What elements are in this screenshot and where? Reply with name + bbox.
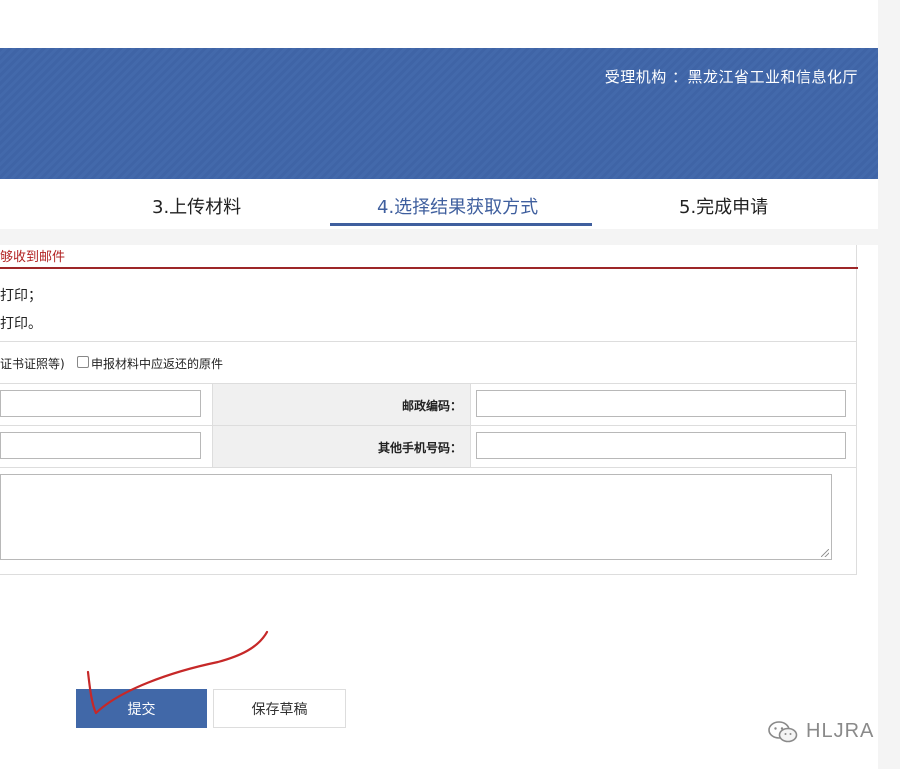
save-draft-button[interactable]: 保存草稿 xyxy=(213,689,346,728)
notice-line-1: 打印； xyxy=(0,288,42,304)
watermark-text: HLJRA xyxy=(806,720,875,742)
header-banner: 受理机构 ：黑龙江省工业和信息化厅 xyxy=(0,48,878,179)
left-field-2-input[interactable] xyxy=(0,432,201,459)
mail-items-text: 证书证照等) xyxy=(0,357,65,371)
notice-line-2: 打印。 xyxy=(0,316,42,332)
left-field-1-input[interactable] xyxy=(0,390,201,417)
page-background: 受理机构 ：黑龙江省工业和信息化厅 3.上传材料 4.选择结果获取方式 5.完成… xyxy=(0,0,900,769)
other-phone-input[interactable] xyxy=(476,432,846,459)
step-upload-materials[interactable]: 3.上传材料 xyxy=(152,193,241,219)
other-phone-label: 其他手机号码： xyxy=(377,441,462,455)
remarks-textarea[interactable] xyxy=(0,474,832,560)
step-navigation: 3.上传材料 4.选择结果获取方式 5.完成申请 xyxy=(0,179,878,229)
wechat-icon xyxy=(768,720,798,742)
submit-button[interactable]: 提交 xyxy=(76,689,207,728)
resize-grip-icon[interactable] xyxy=(821,549,829,557)
return-originals-label[interactable]: 申报材料中应返还的原件 xyxy=(91,355,223,372)
watermark: HLJRA xyxy=(768,720,874,743)
postal-code-input[interactable] xyxy=(476,390,846,417)
active-step-indicator xyxy=(330,223,592,226)
postal-code-label: 邮政编码： xyxy=(401,399,462,413)
notice-box xyxy=(0,269,857,342)
step-select-result-method[interactable]: 4.选择结果获取方式 xyxy=(377,193,538,219)
notice-title: 够收到邮件 xyxy=(0,250,66,265)
section-divider xyxy=(0,229,878,245)
return-originals-checkbox[interactable] xyxy=(77,356,89,368)
other-phone-label-cell: 其他手机号码： xyxy=(212,426,471,467)
postal-code-label-cell: 邮政编码： xyxy=(212,384,471,425)
step-complete-application[interactable]: 5.完成申请 xyxy=(679,193,768,219)
agency-label: 受理机构 ：黑龙江省工业和信息化厅 xyxy=(604,68,858,86)
page-content: 受理机构 ：黑龙江省工业和信息化厅 3.上传材料 4.选择结果获取方式 5.完成… xyxy=(0,0,878,769)
